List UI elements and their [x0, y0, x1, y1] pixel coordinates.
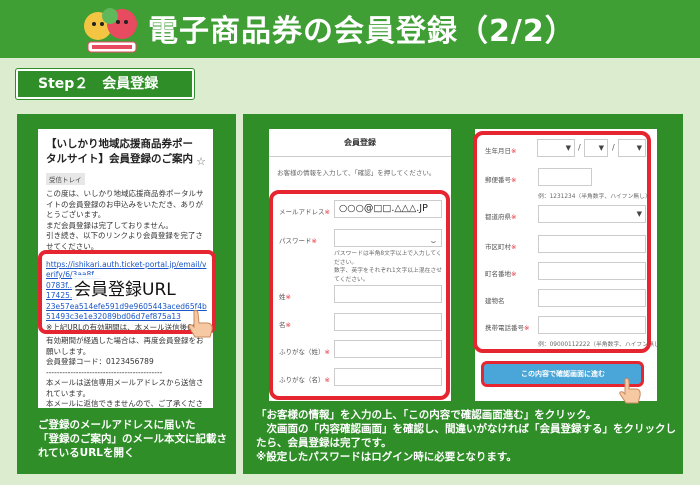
- pointing-hand-icon: [619, 377, 641, 404]
- email-subject: 【いしかり地域応援商品券ポータルサイト】会員登録のご案内: [46, 138, 193, 165]
- star-icon[interactable]: ☆: [196, 155, 206, 168]
- form2-highlight-frame: [473, 131, 651, 353]
- registration-url-label: 会員登録URL: [72, 275, 178, 300]
- inbox-tag: 受信トレイ: [46, 173, 85, 185]
- left-caption: ご登録のメールアドレスに届いた 「登録のご案内」のメール本文に記載されているUR…: [38, 419, 227, 459]
- mascot-logo-icon: [84, 8, 137, 53]
- pointing-hand-icon: [188, 309, 213, 338]
- right-caption: 「お客様の情報」を入力の上、「この内容で確認画面進む」をクリック。 次画面の「内…: [256, 409, 676, 463]
- page-title: 電子商品券の会員登録（2/2）: [148, 14, 576, 49]
- email-body: この度は、いしかり地域応援商品券ポータルサイトの会員登録のお申込みをいただき、あ…: [46, 189, 204, 251]
- email-body-footer: 有効期間が経過した場合は、再度会員登録をお願いします。 会員登録コード：0123…: [46, 336, 204, 408]
- form1-highlight-frame: [269, 190, 450, 400]
- step-badge: Step２ 会員登録: [15, 68, 195, 100]
- form-title: 会員登録: [269, 129, 451, 157]
- form-intro: お客様の情報を入力して、「確認」を押してください。: [277, 169, 436, 177]
